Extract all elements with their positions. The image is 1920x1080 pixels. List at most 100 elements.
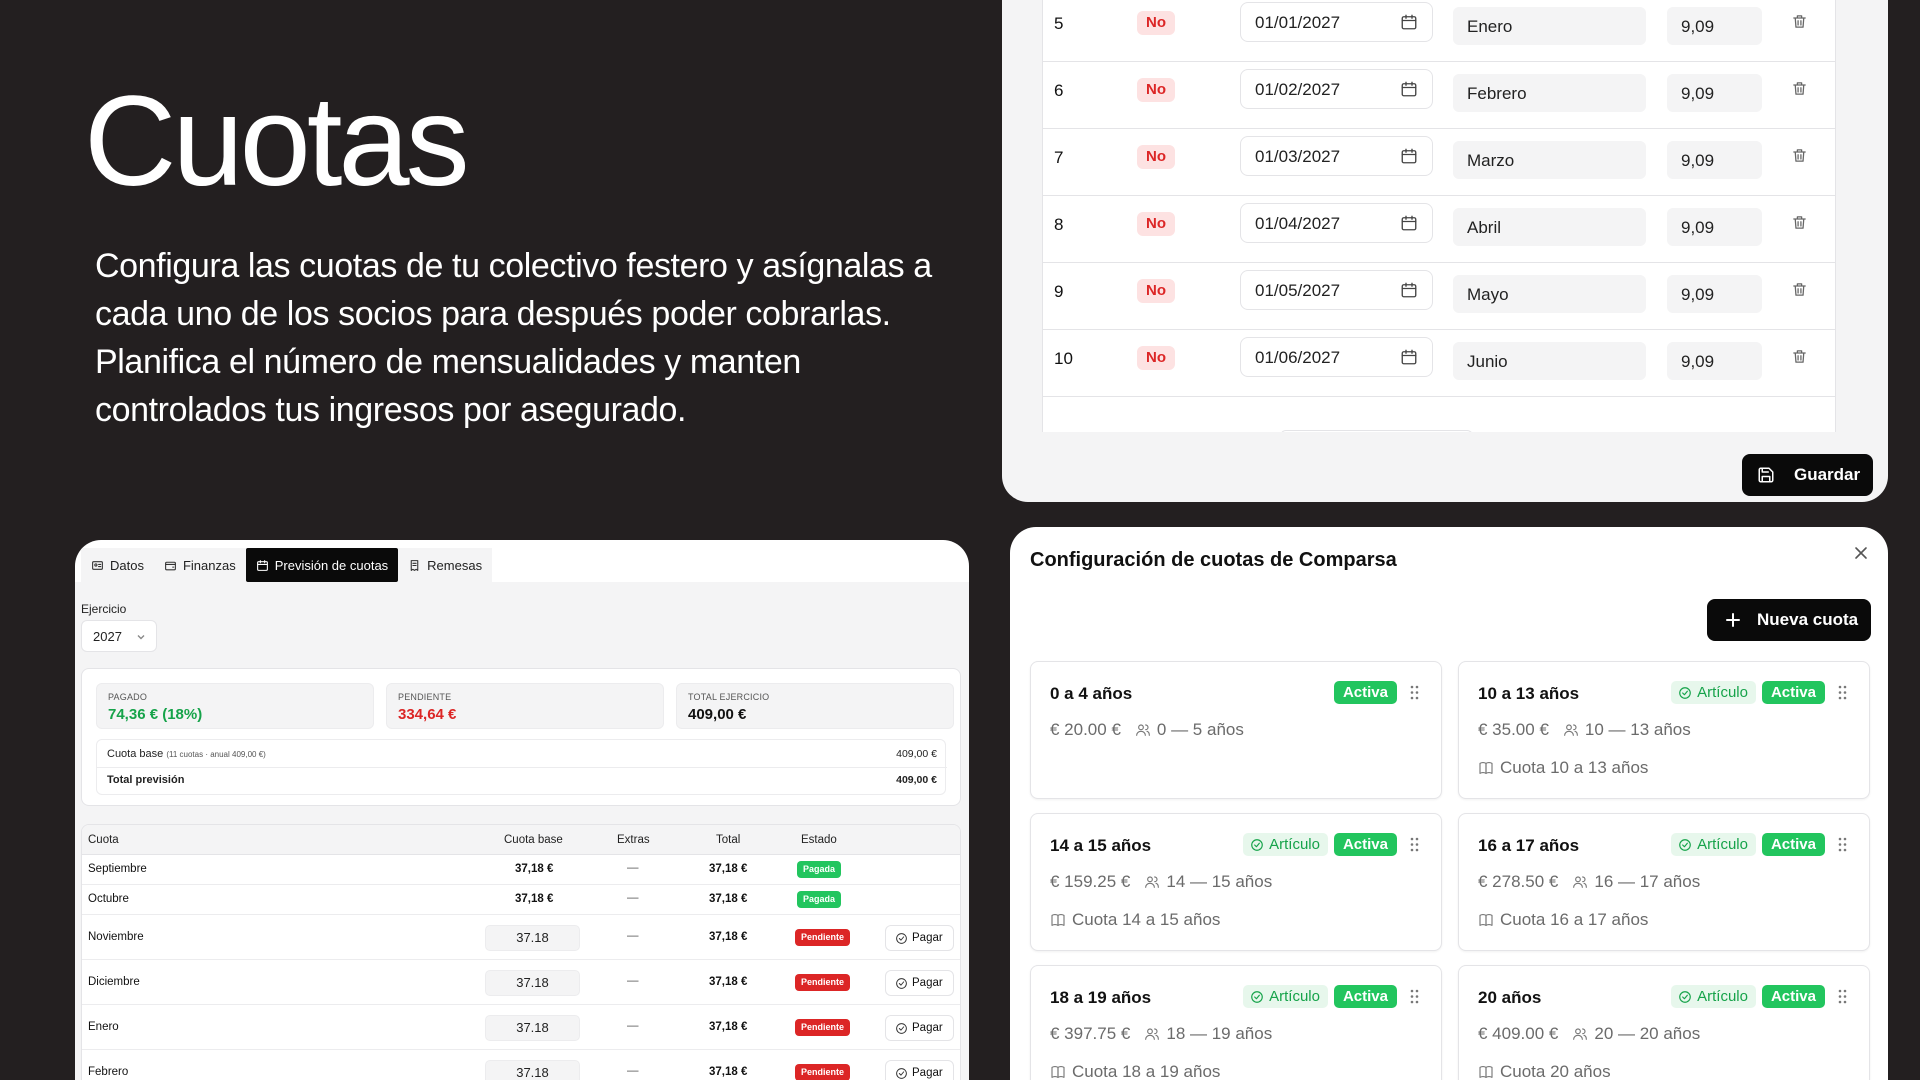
- tab-datos[interactable]: Datos: [81, 548, 154, 582]
- table-row: Septiembre 37,18 € — 37,18 € Pagada: [82, 855, 960, 885]
- card-title: 18 a 19 años: [1050, 988, 1152, 1007]
- activa-badge: Activa: [1761, 681, 1825, 704]
- installment-number: 8: [1054, 215, 1064, 234]
- articulo-label: Artículo: [1269, 988, 1320, 1005]
- date-input[interactable]: 01/02/2027: [1240, 69, 1433, 109]
- tab-previsi-n-de-cuotas[interactable]: Previsión de cuotas: [245, 548, 399, 582]
- amount-input[interactable]: 9,09: [1667, 342, 1762, 380]
- pay-button-label: Pagar: [912, 977, 943, 989]
- pay-button[interactable]: Pagar: [885, 970, 954, 996]
- articulo-label: Artículo: [1697, 836, 1748, 853]
- cuota-name: Diciembre: [88, 976, 140, 988]
- activa-badge: Activa: [1333, 833, 1397, 856]
- cuota-card[interactable]: 18 a 19 años Artículo Activa € 397.75 € 1…: [1030, 965, 1442, 1080]
- col-total: Total: [716, 834, 741, 846]
- drag-handle-icon[interactable]: [1410, 685, 1419, 700]
- ejercicio-label: Ejercicio: [81, 602, 127, 616]
- trash-icon[interactable]: [1791, 347, 1808, 366]
- month-input[interactable]: Enero: [1453, 7, 1646, 45]
- date-input[interactable]: 01/05/2027: [1240, 270, 1433, 310]
- month-input[interactable]: Abril: [1453, 208, 1646, 246]
- date-value: 01/03/2027: [1255, 147, 1341, 166]
- amount-input[interactable]: 9,09: [1667, 275, 1762, 313]
- card-details: € 159.25 € 14 — 15 años: [1050, 872, 1272, 892]
- installment-row: 5 No 01/01/2027 Enero 9,09: [1043, 0, 1835, 62]
- tab-label: Datos: [110, 557, 144, 573]
- tab-remesas[interactable]: Remesas: [398, 548, 493, 582]
- cuota-base-input[interactable]: 37.18: [485, 1060, 580, 1080]
- date-input[interactable]: 01/04/2027: [1240, 203, 1433, 243]
- card-badges: Artículo Activa: [1671, 833, 1825, 856]
- trash-icon[interactable]: [1791, 79, 1808, 98]
- cuota-card[interactable]: 10 a 13 años Artículo Activa € 35.00 € 10…: [1458, 661, 1870, 799]
- cuota-card[interactable]: 14 a 15 años Artículo Activa € 159.25 € 1…: [1030, 813, 1442, 951]
- month-input[interactable]: Mayo: [1453, 275, 1646, 313]
- book-icon: [1051, 1066, 1065, 1078]
- trash-icon[interactable]: [1791, 146, 1808, 165]
- date-input[interactable]: 01/03/2027: [1240, 136, 1433, 176]
- drag-handle-icon[interactable]: [1410, 989, 1419, 1004]
- trash-icon[interactable]: [1791, 213, 1808, 232]
- month-input[interactable]: Febrero: [1453, 74, 1646, 112]
- amount-input[interactable]: 9,09: [1667, 141, 1762, 179]
- users-icon: [1136, 724, 1150, 736]
- card-details: € 397.75 € 18 — 19 años: [1050, 1024, 1272, 1044]
- close-icon[interactable]: [1853, 545, 1869, 561]
- book-icon: [1479, 762, 1493, 774]
- card-badges: Activa: [1333, 681, 1397, 704]
- card-price: € 278.50 €: [1478, 872, 1559, 891]
- date-input[interactable]: 01/06/2027: [1240, 337, 1433, 377]
- amount-value: 9,09: [1681, 218, 1715, 237]
- trash-icon[interactable]: [1791, 12, 1808, 31]
- users-icon: [1573, 876, 1588, 888]
- check-circle-icon: [896, 978, 907, 989]
- scrollbar[interactable]: [1848, 0, 1858, 432]
- card-ages: 16 — 17 años: [1594, 872, 1701, 891]
- pay-button[interactable]: Pagar: [885, 1015, 954, 1041]
- activa-badge: Activa: [1761, 833, 1825, 856]
- status-badge: Pagada: [797, 891, 842, 908]
- drag-handle-icon[interactable]: [1838, 837, 1847, 852]
- date-input[interactable]: 01/01/2027: [1240, 2, 1433, 42]
- articulo-label: Artículo: [1269, 836, 1320, 853]
- save-button[interactable]: Guardar: [1742, 454, 1873, 496]
- date-value: 01/04/2027: [1255, 214, 1341, 233]
- card-title: 20 años: [1478, 988, 1542, 1007]
- cuota-card[interactable]: 20 años Artículo Activa € 409.00 € 20 — 2…: [1458, 965, 1870, 1080]
- articulo-badge: Artículo: [1671, 833, 1756, 856]
- pay-button[interactable]: Pagar: [885, 1060, 954, 1080]
- amount-input[interactable]: 9,09: [1667, 208, 1762, 246]
- plus-icon: [1726, 613, 1740, 627]
- drag-handle-icon[interactable]: [1838, 989, 1847, 1004]
- cuota-card[interactable]: 16 a 17 años Artículo Activa € 278.50 € 1…: [1458, 813, 1870, 951]
- card-badges: Artículo Activa: [1671, 681, 1825, 704]
- tab-finanzas[interactable]: Finanzas: [153, 548, 246, 582]
- amount-input[interactable]: 9,09: [1667, 7, 1762, 45]
- new-cuota-button[interactable]: Nueva cuota: [1707, 599, 1871, 641]
- articulo-badge: Artículo: [1243, 985, 1328, 1008]
- tab-label: Finanzas: [182, 557, 236, 573]
- cuota-card[interactable]: 0 a 4 años Activa € 20.00 € 0 — 5 años: [1030, 661, 1442, 799]
- amount-input[interactable]: 9,09: [1667, 74, 1762, 112]
- table-row: Noviembre 37.18 — 37,18 € Pendiente Paga…: [82, 915, 960, 960]
- cuota-base-input[interactable]: 37.18: [485, 925, 580, 951]
- month-input[interactable]: Marzo: [1453, 141, 1646, 179]
- card-ages: 0 — 5 años: [1156, 720, 1244, 739]
- installment-number: 9: [1054, 282, 1064, 301]
- month-input[interactable]: Junio: [1453, 342, 1646, 380]
- cuota-base-input[interactable]: 37.18: [485, 1015, 580, 1041]
- calendar-icon: [256, 559, 268, 571]
- drag-handle-icon[interactable]: [1838, 685, 1847, 700]
- drag-handle-icon[interactable]: [1410, 837, 1419, 852]
- stat-value: 409,00 €: [688, 706, 747, 723]
- activa-badge: Activa: [1333, 681, 1397, 704]
- trash-icon[interactable]: [1791, 280, 1808, 299]
- month-value: Mayo: [1467, 285, 1509, 304]
- card-price: € 397.75 €: [1050, 1024, 1131, 1043]
- year-select[interactable]: 2027: [81, 620, 157, 652]
- cuota-base-input[interactable]: 37.18: [485, 970, 580, 996]
- receipt-icon: [410, 559, 419, 571]
- check-circle-icon: [896, 1023, 907, 1034]
- calendar-icon: [1401, 215, 1417, 231]
- pay-button[interactable]: Pagar: [885, 925, 954, 951]
